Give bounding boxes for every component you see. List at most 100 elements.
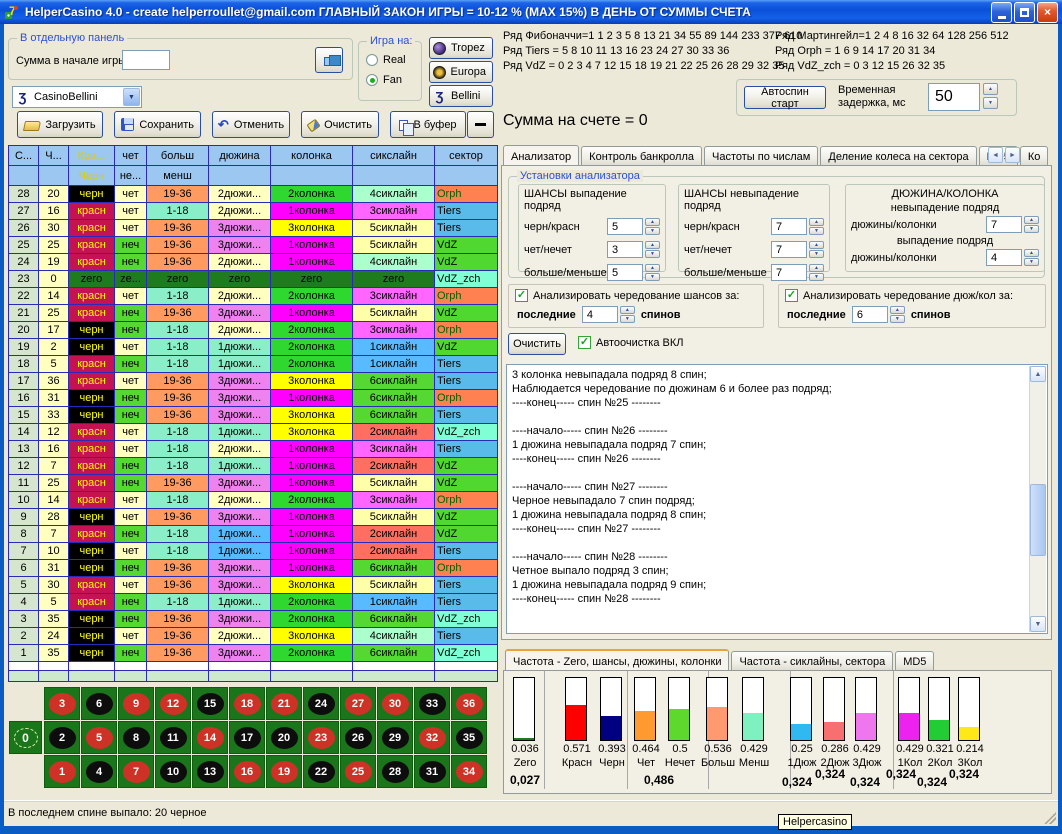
parity-cell[interactable]: неч	[115, 305, 147, 322]
spin-number-cell[interactable]: 10	[9, 492, 39, 509]
column-cell[interactable]: 2колонка	[271, 611, 353, 628]
sector-cell[interactable]: VdZ_zch	[435, 611, 498, 628]
dozen-cell[interactable]: 2дюжи...	[209, 628, 271, 645]
dozen-cell[interactable]: 1дюжи...	[209, 424, 271, 441]
result-number-cell[interactable]: 31	[39, 560, 69, 577]
sector-cell[interactable]: VdZ	[435, 339, 498, 356]
header-cell[interactable]: Черн	[69, 166, 115, 186]
header-cell[interactable]	[435, 166, 498, 186]
sixline-cell[interactable]: 5сиклайн	[353, 577, 435, 594]
spin-number-cell[interactable]: 11	[9, 475, 39, 492]
result-number-cell[interactable]: 30	[39, 220, 69, 237]
range-cell[interactable]: 19-36	[147, 577, 209, 594]
tabs-scroll-left-button[interactable]: ◄	[988, 147, 1003, 163]
header-cell[interactable]	[271, 166, 353, 186]
spin-number-cell[interactable]: 9	[9, 509, 39, 526]
result-number-cell[interactable]: 16	[39, 203, 69, 220]
range-cell[interactable]: 1-18	[147, 424, 209, 441]
color-cell[interactable]: красн	[69, 577, 115, 594]
spin-number-cell[interactable]: 23	[9, 271, 39, 288]
sixline-cell[interactable]: 2сиклайн	[353, 543, 435, 560]
tab-анализатор[interactable]: Анализатор	[503, 145, 579, 166]
column-cell[interactable]: 1колонка	[271, 526, 353, 543]
range-cell[interactable]: 1-18	[147, 356, 209, 373]
range-cell[interactable]: 19-36	[147, 373, 209, 390]
spin-number-cell[interactable]: 22	[9, 288, 39, 305]
tab-ко[interactable]: Ко	[1020, 146, 1049, 166]
result-number-cell[interactable]: 16	[39, 441, 69, 458]
analyzer-clear-button[interactable]: Очистить	[508, 333, 566, 355]
range-cell[interactable]: 1-18	[147, 492, 209, 509]
range-cell[interactable]: 19-36	[147, 390, 209, 407]
sector-cell[interactable]: VdZ	[435, 254, 498, 271]
column-cell[interactable]: 1колонка	[271, 305, 353, 322]
sector-cell[interactable]: Tiers	[435, 577, 498, 594]
parity-cell[interactable]: неч	[115, 560, 147, 577]
parity-cell[interactable]: неч	[115, 611, 147, 628]
radio-fan[interactable]: Fan	[366, 74, 421, 86]
result-number-cell[interactable]: 25	[39, 305, 69, 322]
color-cell[interactable]: черн	[69, 407, 115, 424]
minimize-button[interactable]	[991, 2, 1012, 23]
parity-cell[interactable]: чет	[115, 492, 147, 509]
header-cell[interactable]	[39, 166, 69, 186]
parity-cell[interactable]: чет	[115, 288, 147, 305]
roulette-cell-7[interactable]: 7	[118, 755, 154, 788]
color-cell[interactable]: красн	[69, 237, 115, 254]
roulette-cell-17[interactable]: 17	[229, 721, 265, 754]
spin-number-cell[interactable]: 14	[9, 424, 39, 441]
setting-spinner-up-button[interactable]: ▲	[809, 218, 824, 226]
dozen-cell[interactable]: zero	[209, 271, 271, 288]
column-cell[interactable]: 3колонка	[271, 577, 353, 594]
range-cell[interactable]: 1-18	[147, 526, 209, 543]
sector-cell[interactable]: Orph	[435, 492, 498, 509]
spin-number-cell[interactable]: 5	[9, 577, 39, 594]
result-number-cell[interactable]: 7	[39, 458, 69, 475]
spin-number-cell[interactable]: 16	[9, 390, 39, 407]
column-cell[interactable]: 1колонка	[271, 509, 353, 526]
range-cell[interactable]: 19-36	[147, 305, 209, 322]
dropdown-arrow-icon[interactable]: ▼	[123, 88, 140, 106]
roulette-cell-15[interactable]: 15	[192, 687, 228, 720]
setting-spinner-down-button[interactable]: ▼	[809, 250, 824, 258]
sixline-cell[interactable]: 2сиклайн	[353, 526, 435, 543]
parity-cell[interactable]: неч	[115, 390, 147, 407]
dozen-cell[interactable]: 2дюжи...	[209, 322, 271, 339]
dozen-cell[interactable]: 1дюжи...	[209, 458, 271, 475]
header-cell[interactable]: Ч...	[39, 146, 69, 166]
column-cell[interactable]: 3колонка	[271, 220, 353, 237]
parity-cell[interactable]: чет	[115, 577, 147, 594]
sixline-cell[interactable]: 2сиклайн	[353, 424, 435, 441]
roulette-cell-32[interactable]: 32	[414, 721, 450, 754]
roulette-cell-1[interactable]: 1	[44, 755, 80, 788]
setting-spinner-down-button[interactable]: ▼	[645, 273, 660, 281]
header-cell[interactable]	[9, 166, 39, 186]
roulette-cell-19[interactable]: 19	[266, 755, 302, 788]
parity-cell[interactable]: ze...	[115, 271, 147, 288]
log-scrollbar[interactable]: ▲ ▼	[1029, 366, 1046, 632]
alternation-spinner-up-button[interactable]: ▲	[620, 306, 635, 314]
roulette-cell-22[interactable]: 22	[303, 755, 339, 788]
range-cell[interactable]: 19-36	[147, 220, 209, 237]
sector-cell[interactable]: VdZ_zch	[435, 424, 498, 441]
sixline-cell[interactable]: 4сиклайн	[353, 628, 435, 645]
roulette-cell-14[interactable]: 14	[192, 721, 228, 754]
roulette-cell-3[interactable]: 3	[44, 687, 80, 720]
sixline-cell[interactable]: 6сиклайн	[353, 373, 435, 390]
sector-cell[interactable]: Orph	[435, 186, 498, 203]
parity-cell[interactable]: чет	[115, 424, 147, 441]
header-cell[interactable]: дюжина	[209, 146, 271, 166]
spin-number-cell[interactable]: 7	[9, 543, 39, 560]
sixline-cell[interactable]: zero	[353, 271, 435, 288]
sixline-cell[interactable]: 5сиклайн	[353, 475, 435, 492]
popout-panel-button[interactable]	[315, 47, 343, 73]
range-cell[interactable]: 19-36	[147, 645, 209, 662]
roulette-cell-34[interactable]: 34	[451, 755, 487, 788]
delay-value-field[interactable]: 50	[928, 83, 980, 111]
parity-cell[interactable]: неч	[115, 458, 147, 475]
sixline-cell[interactable]: 4сиклайн	[353, 186, 435, 203]
header-cell[interactable]: колонка	[271, 146, 353, 166]
header-cell[interactable]	[209, 166, 271, 186]
spin-number-cell[interactable]: 15	[9, 407, 39, 424]
column-cell[interactable]: 1колонка	[271, 441, 353, 458]
